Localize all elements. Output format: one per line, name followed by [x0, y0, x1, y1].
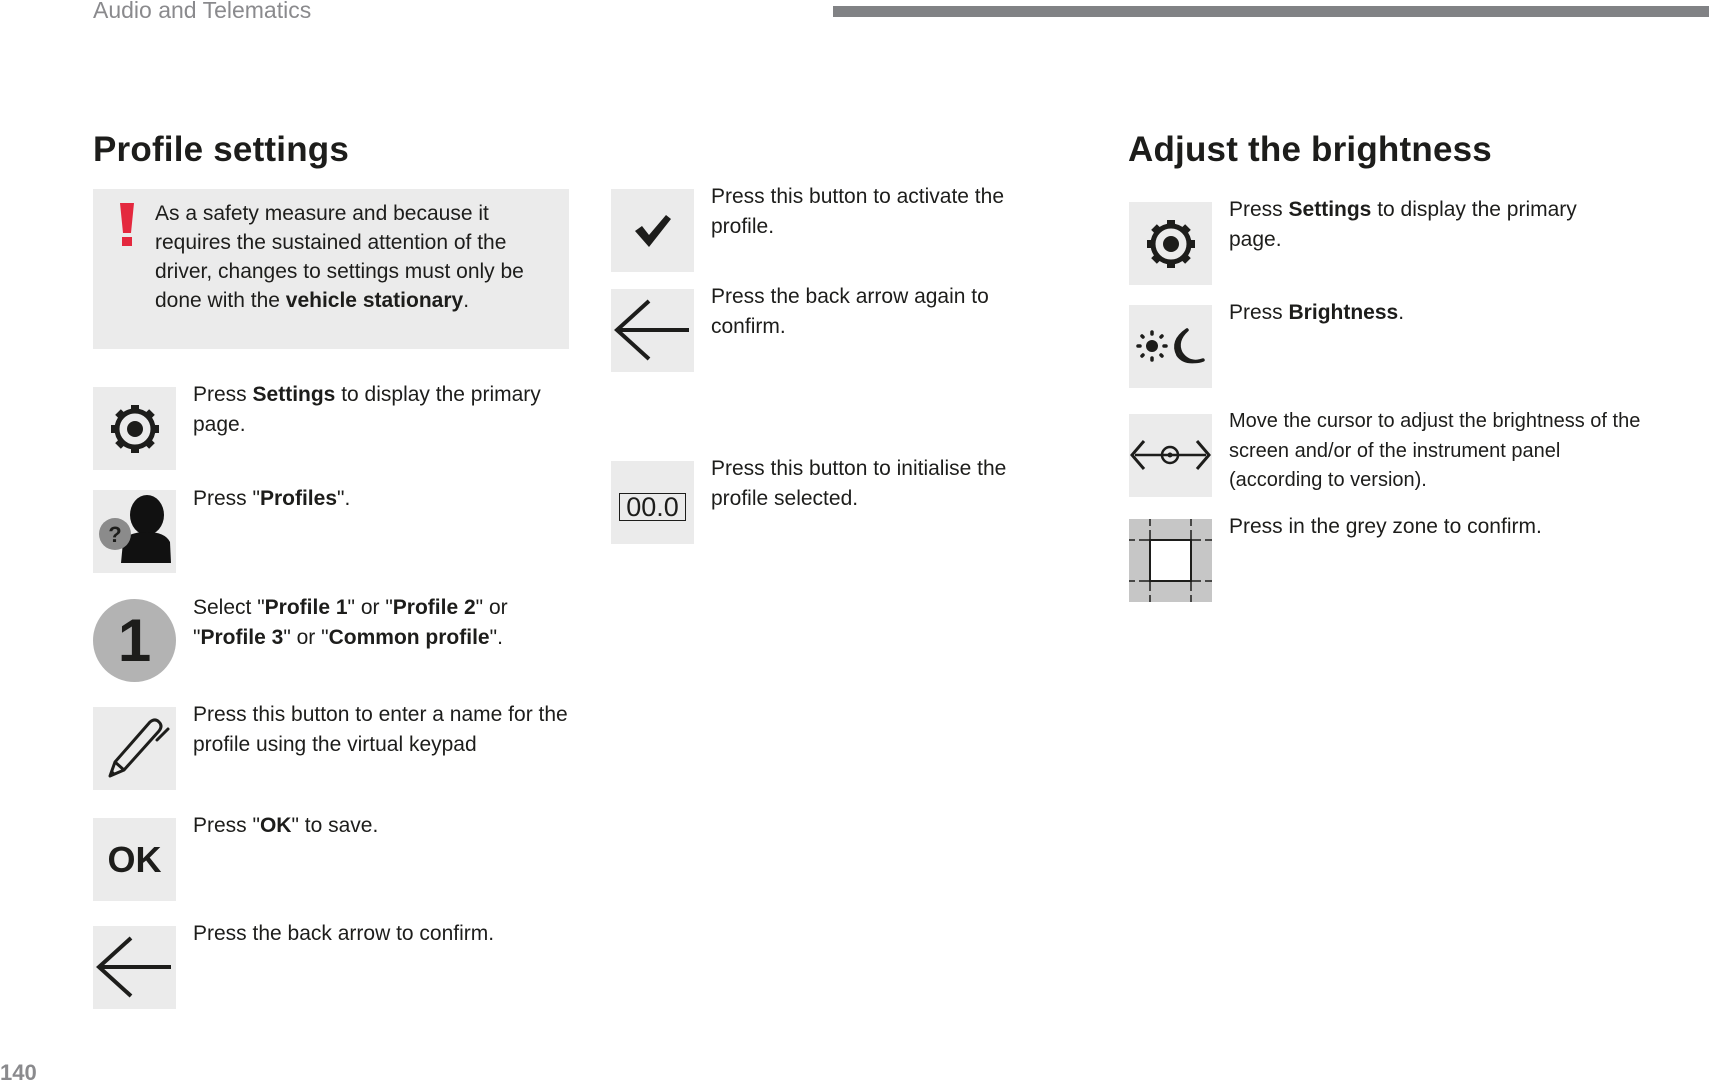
reset-counter-icon: 00.0 — [619, 492, 686, 521]
brightness-button-illustration — [1129, 305, 1212, 388]
header-bar — [833, 6, 1709, 17]
safety-warning-text: As a safety measure and because it requi… — [155, 202, 524, 312]
profile-settings-heading: Profile settings — [93, 130, 350, 169]
profiles-button-illustration: ? — [93, 490, 176, 573]
exclamation-icon — [120, 203, 134, 246]
step-back-text: Press the back arrow to confirm. — [193, 922, 495, 945]
step-back-again-text: Press the back arrow again to confirm. — [711, 285, 989, 338]
brightness-step-confirm-text: Press in the grey zone to confirm. — [1229, 515, 1542, 538]
checkmark-icon — [634, 214, 671, 247]
settings-button-illustration — [93, 387, 176, 470]
step-activate-text: Press this button to activate the profil… — [711, 185, 1004, 238]
step-initialise-text: Press this button to initialise the prof… — [711, 457, 1007, 510]
ok-button-illustration: OK — [93, 818, 176, 901]
number-one-icon: 1 — [93, 599, 176, 682]
step-profiles-text: Press "Profiles". — [193, 487, 351, 510]
back-arrow-icon — [614, 299, 689, 361]
page-number: 140 — [0, 1060, 37, 1085]
brightness-step-press-text: Press Brightness. — [1229, 301, 1405, 324]
grey-zone-icon — [1129, 519, 1212, 602]
slider-illustration — [1129, 414, 1212, 497]
rename-button-illustration — [93, 707, 176, 790]
step-settings-text: Press Settings to display the primary pa… — [193, 383, 541, 436]
settings-gear-icon — [110, 404, 159, 453]
section-title: Audio and Telematics — [93, 0, 312, 23]
step-rename-text: Press this button to enter a name for th… — [193, 703, 568, 756]
back-again-button-illustration — [611, 289, 694, 372]
profiles-user-question-icon: ? — [99, 495, 171, 563]
settings-gear-icon — [1146, 219, 1195, 268]
brightness-step-settings-text: Press Settings to display the primary pa… — [1229, 198, 1577, 251]
svg-text:?: ? — [108, 522, 121, 547]
slider-cursor-icon — [1130, 440, 1211, 470]
step-select-profile-text: Select "Profile 1" or "Profile 2" or "Pr… — [193, 596, 508, 649]
brightness-step-slider-text: Move the cursor to adjust the brightness… — [1229, 410, 1641, 491]
activate-button-illustration — [611, 189, 694, 272]
grey-zone-illustration — [1129, 519, 1212, 602]
ok-icon: OK — [107, 838, 162, 880]
brightness-settings-illustration — [1129, 202, 1212, 285]
back-button-illustration — [93, 926, 176, 1009]
step-ok-text: Press "OK" to save. — [193, 814, 379, 837]
back-arrow-icon — [96, 936, 171, 998]
initialise-button-illustration: 00.0 — [611, 461, 694, 544]
pencil-icon — [108, 718, 170, 778]
brightness-sun-moon-icon — [1136, 328, 1205, 364]
brightness-heading: Adjust the brightness — [1128, 130, 1492, 169]
